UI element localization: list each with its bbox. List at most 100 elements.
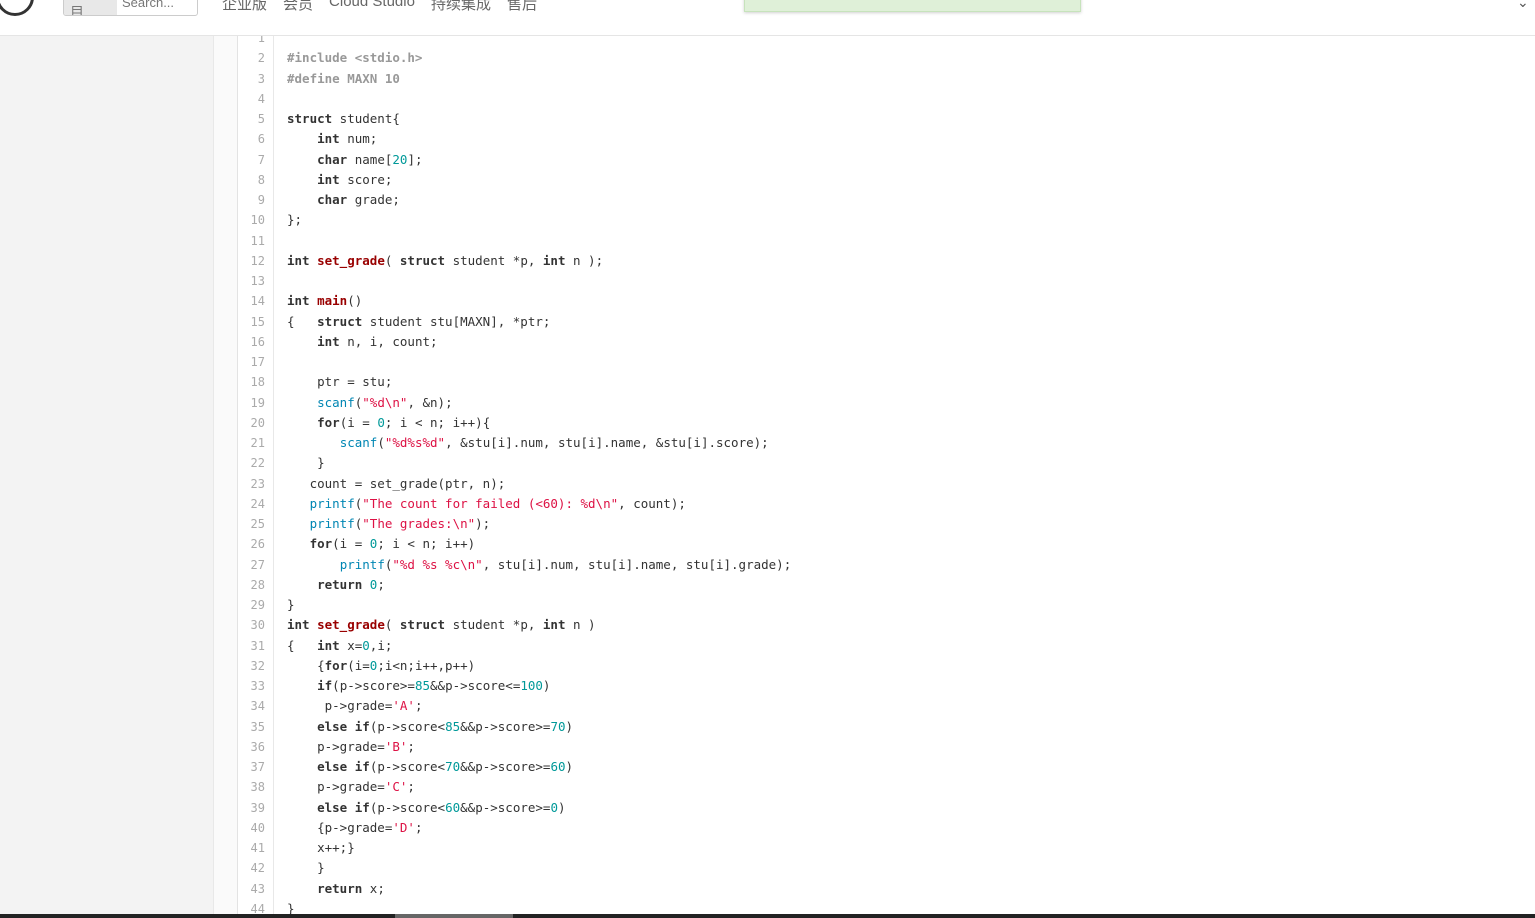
code-text: struct student{: [287, 111, 400, 126]
search-box[interactable]: 本项目: [63, 0, 198, 16]
code-text: count = set_grade(ptr, n);: [287, 475, 506, 491]
chevron-down-icon[interactable]: ⌄: [1517, 0, 1529, 11]
code-line: 9 char grade;: [238, 190, 1535, 210]
code-line: 5 struct student{: [238, 109, 1535, 129]
code-line: 12 int set_grade( struct student *p, int …: [238, 251, 1535, 271]
code-text: ptr = stu;: [287, 374, 393, 390]
line-number: 29: [250, 598, 265, 612]
line-number: 11: [250, 233, 265, 248]
code-text: else if(p->score<60&&p->score>=0): [317, 799, 566, 815]
line-number: 17: [250, 355, 265, 369]
code-text: printf("The grades:\n");: [309, 516, 491, 531]
code-text: }: [287, 900, 295, 914]
line-number: 5: [257, 112, 265, 126]
line-number: 42: [250, 861, 265, 876]
line-number: 43: [250, 881, 265, 896]
code-line: 23 count = set_grade(ptr, n);: [238, 474, 1535, 494]
line-number: 32: [250, 658, 265, 673]
code-line: 34 p->grade='A';: [238, 696, 1535, 716]
code-line: 27 printf("%d %s %c\n", stu[i].num, stu[…: [238, 555, 1535, 575]
code-text: printf("The count for failed (<60): %d\n…: [309, 495, 686, 511]
code-line: 20 for(i = 0; i < n; i++){: [238, 413, 1535, 433]
code-viewer: 1 2 #include <stdio.h> 3 #define MAXN 10 4 5 st…: [237, 36, 1535, 914]
code-text: {p->grade='D';: [287, 819, 423, 835]
top-nav: 企业版 会员 Cloud Studio 持续集成 售后: [222, 0, 537, 14]
code-text: if(p->score>=85&&p->score<=100): [317, 678, 551, 693]
code-text: scanf("%d\n", &n);: [317, 394, 453, 410]
line-number: 28: [250, 577, 265, 592]
line-number: 39: [250, 800, 265, 815]
code-line: 8 int score;: [238, 170, 1535, 190]
line-number: 23: [250, 476, 265, 491]
line-number: 44: [250, 901, 265, 914]
code-line: 13: [238, 271, 1535, 291]
code-text: int main(): [287, 293, 363, 309]
code-line: 4: [238, 89, 1535, 109]
nav-membership[interactable]: 会员: [283, 0, 313, 14]
top-navbar: 本项目 企业版 会员 Cloud Studio 持续集成 售后 ⌄: [0, 0, 1535, 36]
nav-ci[interactable]: 持续集成: [431, 0, 491, 14]
code-text: printf("%d %s %c\n", stu[i].num, stu[i].…: [339, 556, 792, 572]
scrollbar-thumb[interactable]: [395, 914, 513, 918]
line-number: 41: [250, 841, 265, 855]
search-scope-button[interactable]: 本项目: [64, 0, 117, 15]
code-line: 25 printf("The grades:\n");: [238, 514, 1535, 534]
line-number: 13: [250, 274, 265, 288]
code-text: };: [287, 212, 303, 228]
code-line: 36 p->grade='B';: [238, 737, 1535, 757]
nav-after-sales[interactable]: 售后: [507, 0, 537, 14]
code-line: 7 char name[20];: [238, 150, 1535, 170]
code-text: { int x=0,i;: [287, 637, 393, 653]
logo-icon[interactable]: [0, 0, 34, 16]
search-input[interactable]: [117, 0, 197, 10]
code-line: 17: [238, 352, 1535, 372]
line-number: 36: [250, 739, 265, 754]
line-number: 4: [257, 91, 265, 106]
code-text: else if(p->score<70&&p->score>=60): [317, 759, 574, 774]
line-number: 33: [250, 679, 265, 693]
line-number: 25: [250, 517, 265, 531]
line-number: 30: [250, 618, 265, 633]
code-line: 43 return x;: [238, 879, 1535, 899]
line-number: 1: [257, 36, 265, 45]
nav-enterprise[interactable]: 企业版: [222, 0, 267, 14]
code-text: {for(i=0;i<n;i++,p++): [287, 657, 476, 673]
code-line: 33 if(p->score>=85&&p->score<=100): [238, 676, 1535, 696]
code-line: 15 { struct student stu[MAXN], *ptr;: [238, 312, 1535, 332]
line-number: 37: [250, 760, 265, 774]
code-line: 30 int set_grade( struct student *p, int …: [238, 615, 1535, 635]
code-text: for(i = 0; i < n; i++){: [317, 414, 491, 430]
code-text: }: [287, 597, 295, 612]
line-number: 38: [250, 780, 265, 795]
code-line: 42 }: [238, 858, 1535, 878]
code-line: 31 { int x=0,i;: [238, 636, 1535, 656]
horizontal-scrollbar[interactable]: [0, 914, 1535, 918]
code-line: 38 p->grade='C';: [238, 777, 1535, 797]
code-line: 11: [238, 231, 1535, 251]
nav-cloud-studio[interactable]: Cloud Studio: [329, 0, 415, 14]
code-line: 16 int n, i, count;: [238, 332, 1535, 352]
line-number: 18: [250, 375, 265, 390]
code-line: 29}: [238, 595, 1535, 615]
code-text: }: [287, 860, 325, 876]
code-line: 26 for(i = 0; i < n; i++): [238, 534, 1535, 554]
code-line: 22 }: [238, 453, 1535, 473]
line-number: 7: [257, 152, 265, 167]
code-line: 2 #include <stdio.h>: [238, 48, 1535, 68]
line-number: 15: [250, 314, 265, 329]
code-text: char grade;: [317, 192, 400, 207]
code-text: int score;: [317, 171, 393, 187]
left-sidebar: [0, 36, 214, 914]
line-number: 22: [250, 456, 265, 471]
line-number: 10: [250, 213, 265, 228]
code-text: int n, i, count;: [317, 333, 438, 349]
code-line: 24 printf("The count for failed (<60): %…: [238, 494, 1535, 514]
line-number: 27: [250, 557, 265, 572]
line-number: 40: [250, 820, 265, 835]
code-line: 41 x++;}: [238, 838, 1535, 858]
code-line: 3 #define MAXN 10: [238, 69, 1535, 89]
line-number: 9: [257, 193, 265, 207]
line-number: 34: [250, 699, 265, 714]
line-number: 8: [257, 172, 265, 187]
code-lines: 1 2 #include <stdio.h> 3 #define MAXN 10 4 5 st…: [238, 36, 1535, 914]
